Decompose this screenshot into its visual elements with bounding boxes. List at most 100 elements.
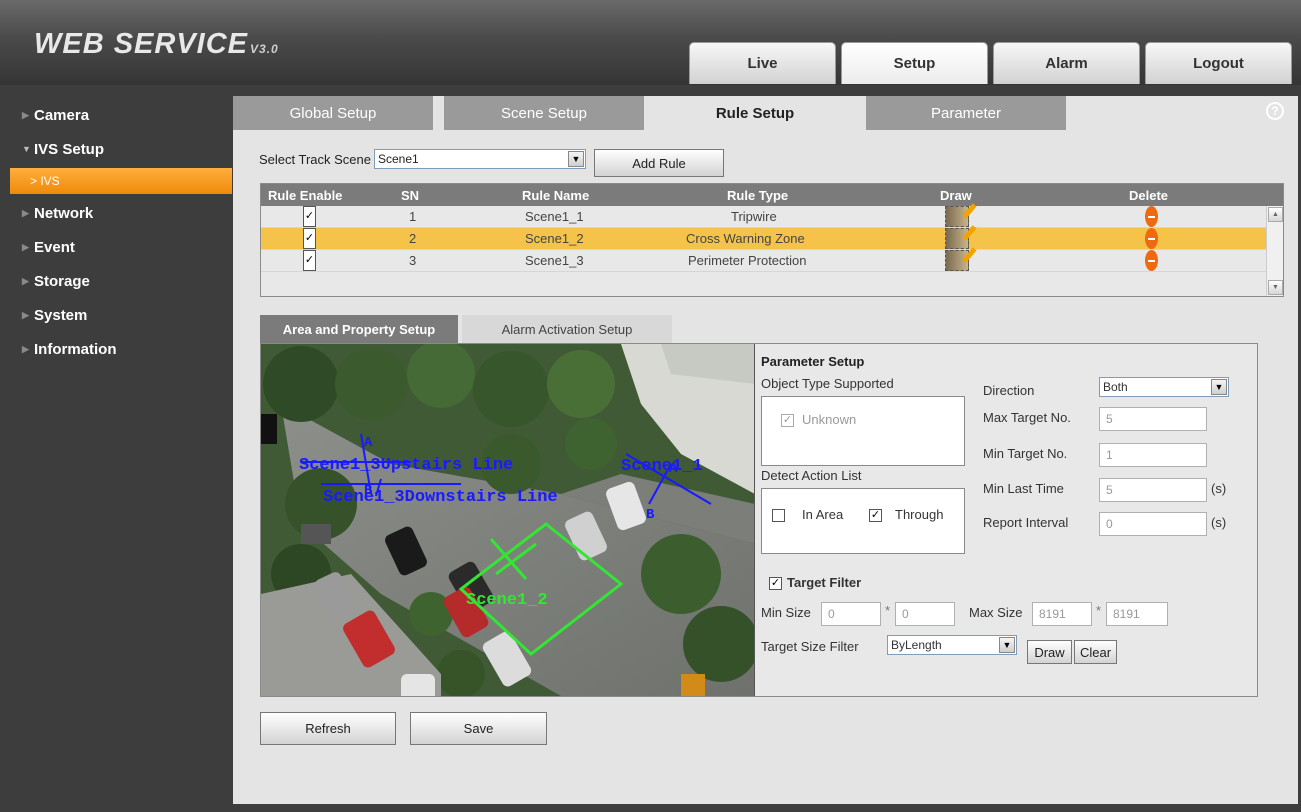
dropdown-arrow-icon: ▼: [1211, 379, 1227, 395]
lower-tabs: Area and Property Setup Alarm Activation…: [260, 315, 672, 343]
target-filter-checkbox[interactable]: ✓: [769, 577, 782, 590]
dropdown-arrow-icon: ▼: [999, 637, 1015, 653]
select-scene-label: Select Track Scene: [259, 151, 371, 167]
delete-icon[interactable]: [1145, 250, 1158, 271]
rule-enable-checkbox[interactable]: ✓: [303, 228, 316, 249]
col-rule-type: Rule Type: [727, 187, 789, 203]
tab-setup[interactable]: Setup: [841, 42, 988, 84]
draw-pencil-icon[interactable]: [945, 228, 969, 249]
max-target-label: Max Target No.: [983, 410, 1071, 425]
save-button[interactable]: Save: [410, 712, 547, 745]
sidebar-item-camera[interactable]: ▶ Camera: [10, 98, 232, 132]
direction-dropdown[interactable]: Both ▼: [1099, 377, 1229, 397]
min-size-width-input[interactable]: 0: [821, 602, 881, 626]
chevron-right-icon: ▶: [22, 109, 29, 120]
object-type-label: Object Type Supported: [761, 376, 894, 391]
max-size-height-input[interactable]: 8191: [1106, 602, 1168, 626]
draw-pencil-icon[interactable]: [945, 250, 969, 271]
version-label: V3.0: [250, 42, 279, 56]
col-sn: SN: [401, 187, 420, 203]
tab-live[interactable]: Live: [689, 42, 836, 84]
max-size-width-input[interactable]: 8191: [1032, 602, 1092, 626]
area-property-panel: Scene1_3Upstairs Line Scene1_3Downstairs…: [260, 343, 1258, 697]
table-scrollbar[interactable]: ▲ ▼: [1266, 206, 1283, 296]
max-target-input[interactable]: 5: [1099, 407, 1207, 431]
scene-select-row: Select Track Scene Scene1 ▼ Add Rule: [259, 141, 724, 177]
sidebar-item-information[interactable]: ▶ Information: [10, 332, 232, 366]
sidebar-item-storage[interactable]: ▶ Storage: [10, 264, 232, 298]
video-scene-image: Scene1_3Upstairs Line Scene1_3Downstairs…: [261, 344, 754, 696]
in-area-label: In Area: [802, 507, 844, 522]
dropdown-arrow-icon: ▼: [568, 151, 584, 167]
sidebar-item-event[interactable]: ▶ Event: [10, 230, 232, 264]
chevron-right-icon: ▶: [22, 207, 29, 218]
target-size-filter-dropdown[interactable]: ByLength ▼: [887, 635, 1017, 655]
target-size-filter-label: Target Size Filter: [761, 639, 859, 654]
refresh-button[interactable]: Refresh: [260, 712, 396, 745]
unit-seconds: (s): [1211, 515, 1227, 530]
min-size-height-input[interactable]: 0: [895, 602, 955, 626]
col-rule-name: Rule Name: [522, 187, 590, 203]
detect-action-box: In Area ✓ Through: [761, 488, 965, 554]
direction-mark-a: A: [364, 435, 373, 451]
min-target-input[interactable]: 1: [1099, 443, 1207, 467]
sidebar-item-ivs[interactable]: > IVS: [10, 168, 232, 194]
col-rule-enable: Rule Enable: [268, 187, 343, 203]
parameter-setup-title: Parameter Setup: [761, 354, 865, 369]
min-target-label: Min Target No.: [983, 446, 1068, 461]
sidebar-item-system[interactable]: ▶ System: [10, 298, 232, 332]
direction-label: Direction: [983, 383, 1035, 398]
tab-rule-setup[interactable]: Rule Setup: [655, 96, 855, 130]
app-logo: WEB SERVICE V3.0: [34, 28, 279, 60]
clear-button[interactable]: Clear: [1074, 640, 1117, 664]
tab-area-property-setup[interactable]: Area and Property Setup: [260, 315, 458, 343]
min-last-time-input[interactable]: 5: [1099, 478, 1207, 502]
draw-button[interactable]: Draw: [1027, 640, 1072, 664]
tab-alarm-activation-setup[interactable]: Alarm Activation Setup: [462, 315, 672, 343]
detect-action-label: Detect Action List: [761, 468, 862, 483]
unknown-label: Unknown: [802, 412, 857, 427]
chevron-right-icon: ▶: [22, 343, 29, 354]
sidebar-item-network[interactable]: ▶ Network: [10, 196, 232, 230]
delete-icon[interactable]: [1145, 206, 1158, 227]
min-size-label: Min Size: [761, 605, 811, 620]
upstairs-line-label: Scene1_3Upstairs Line: [299, 456, 513, 475]
sidebar-item-ivs-setup[interactable]: ▼ IVS Setup: [10, 132, 232, 166]
tab-scene-setup[interactable]: Scene Setup: [444, 96, 644, 130]
through-label: Through: [895, 507, 944, 522]
rule-enable-checkbox[interactable]: ✓: [303, 250, 316, 271]
direction-mark-b: B: [364, 483, 373, 499]
col-draw: Draw: [940, 187, 972, 203]
in-area-checkbox[interactable]: [772, 509, 785, 522]
top-nav: Live Setup Alarm Logout: [689, 42, 1292, 84]
rule-table-header: Rule Enable SN Rule Name Rule Type Draw …: [261, 184, 1283, 206]
report-interval-input[interactable]: 0: [1099, 512, 1207, 536]
report-interval-label: Report Interval: [983, 515, 1069, 530]
tab-parameter[interactable]: Parameter: [866, 96, 1066, 130]
delete-icon[interactable]: [1145, 228, 1158, 249]
rule-enable-checkbox[interactable]: ✓: [303, 206, 316, 227]
through-checkbox[interactable]: ✓: [869, 509, 882, 522]
scroll-down-icon[interactable]: ▼: [1268, 280, 1283, 295]
table-row[interactable]: ✓ 3 Scene1_3 Perimeter Protection: [261, 250, 1283, 272]
setup-subtabs: Global Setup Scene Setup Rule Setup Para…: [233, 96, 1066, 130]
draw-pencil-icon[interactable]: [945, 206, 969, 227]
object-type-box: ✓ Unknown: [761, 396, 965, 466]
add-rule-button[interactable]: Add Rule: [594, 149, 724, 177]
tab-global-setup[interactable]: Global Setup: [233, 96, 433, 130]
zone-label: Scene1_2: [466, 591, 548, 610]
tab-logout[interactable]: Logout: [1145, 42, 1292, 84]
scroll-up-icon[interactable]: ▲: [1268, 207, 1283, 222]
table-row[interactable]: ✓ 2 Scene1_2 Cross Warning Zone: [261, 228, 1283, 250]
help-icon[interactable]: ?: [1266, 102, 1284, 120]
app-header: WEB SERVICE V3.0 Live Setup Alarm Logout: [0, 0, 1301, 85]
col-delete: Delete: [1129, 187, 1169, 203]
tab-alarm[interactable]: Alarm: [993, 42, 1140, 84]
scene-dropdown[interactable]: Scene1 ▼: [374, 149, 586, 169]
min-last-time-label: Min Last Time: [983, 481, 1064, 496]
tripwire-mark-a: A: [669, 461, 678, 477]
video-preview[interactable]: Scene1_3Upstairs Line Scene1_3Downstairs…: [261, 344, 755, 696]
unknown-checkbox[interactable]: ✓: [781, 414, 794, 427]
tripwire-label: Scene1_1: [621, 457, 703, 476]
table-row[interactable]: ✓ 1 Scene1_1 Tripwire: [261, 206, 1283, 228]
